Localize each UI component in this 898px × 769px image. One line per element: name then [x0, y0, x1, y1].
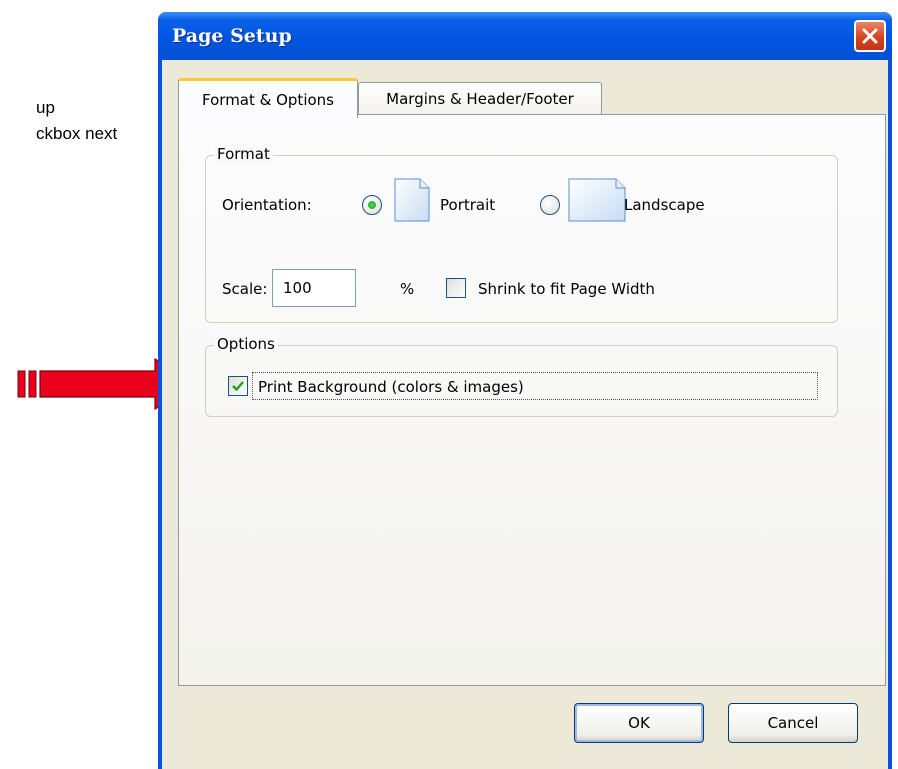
- shrink-to-fit-label[interactable]: Shrink to fit Page Width: [478, 280, 655, 298]
- landscape-label[interactable]: Landscape: [624, 196, 705, 214]
- print-background-checkbox[interactable]: [228, 376, 248, 396]
- options-group-label: Options: [214, 335, 278, 353]
- options-group: Options Print Background (colors & image…: [205, 335, 838, 417]
- portrait-label[interactable]: Portrait: [440, 196, 495, 214]
- shrink-to-fit-checkbox[interactable]: [446, 278, 466, 298]
- tab-panel: Format Orientation: Portrait Landscape S…: [178, 114, 886, 686]
- landscape-radio[interactable]: [540, 195, 560, 215]
- tab-format-options[interactable]: Format & Options: [178, 78, 358, 118]
- radio-selected-dot: [368, 201, 376, 209]
- orientation-label: Orientation:: [222, 196, 312, 214]
- tab-margins-header-footer[interactable]: Margins & Header/Footer: [358, 82, 602, 114]
- ok-button-label: OK: [628, 714, 650, 732]
- close-icon: [862, 28, 878, 44]
- scale-input[interactable]: [272, 269, 356, 307]
- portrait-page-icon: [394, 178, 430, 222]
- background-text-line-2: ckbox next: [36, 124, 118, 143]
- close-button[interactable]: [854, 20, 886, 52]
- checkmark-icon: [232, 381, 244, 392]
- print-background-label[interactable]: Print Background (colors & images): [258, 378, 524, 396]
- format-group: Format Orientation: Portrait Landscape S…: [205, 145, 838, 323]
- ok-button[interactable]: OK: [574, 703, 704, 743]
- scale-label: Scale:: [222, 280, 268, 298]
- dialog-title: Page Setup: [172, 25, 292, 47]
- tab-label: Margins & Header/Footer: [386, 89, 574, 108]
- cancel-button-label: Cancel: [767, 714, 819, 732]
- cancel-button[interactable]: Cancel: [728, 703, 858, 743]
- title-bar[interactable]: Page Setup: [158, 12, 892, 60]
- format-group-label: Format: [214, 145, 273, 163]
- scale-unit: %: [400, 280, 415, 298]
- tab-label: Format & Options: [202, 90, 334, 109]
- portrait-radio[interactable]: [362, 195, 382, 215]
- landscape-page-icon: [568, 178, 626, 222]
- background-text-line-1: up: [36, 98, 55, 117]
